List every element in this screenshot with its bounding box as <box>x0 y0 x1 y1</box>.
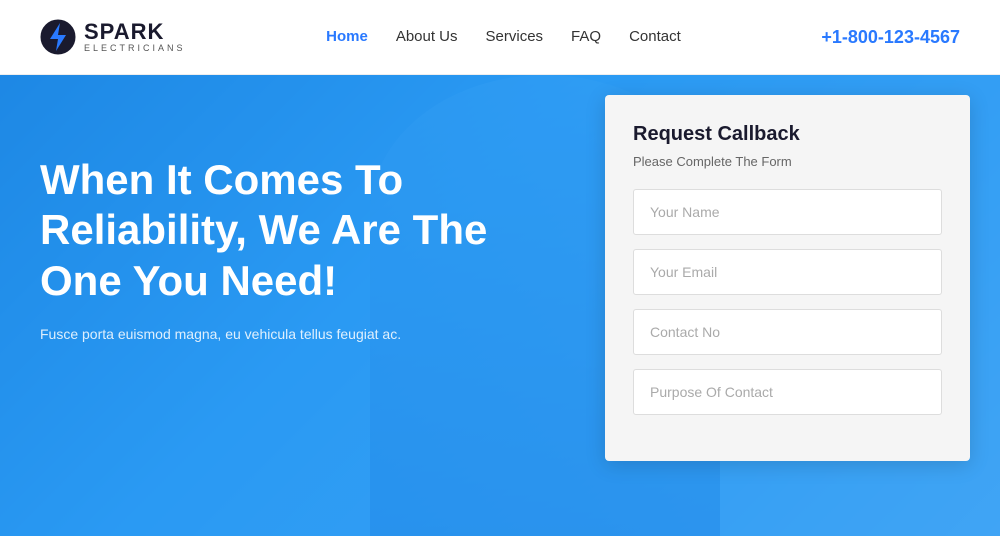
nav-item-services[interactable]: Services <box>486 28 544 46</box>
callback-form-card: Request Callback Please Complete The For… <box>605 95 970 461</box>
navbar: SPARK ELECTRICIANS Home About Us Service… <box>0 0 1000 75</box>
your-name-input[interactable] <box>633 189 942 235</box>
hero-section: When It Comes To Reliability, We Are The… <box>0 75 1000 536</box>
hero-subtext: Fusce porta euismod magna, eu vehicula t… <box>40 326 540 342</box>
logo: SPARK ELECTRICIANS <box>40 19 186 55</box>
your-email-input[interactable] <box>633 249 942 295</box>
nav-item-contact[interactable]: Contact <box>629 28 681 46</box>
hero-content: When It Comes To Reliability, We Are The… <box>40 155 540 342</box>
logo-name: SPARK <box>84 20 186 44</box>
nav-link-faq[interactable]: FAQ <box>571 28 601 45</box>
nav-link-home[interactable]: Home <box>326 28 368 45</box>
form-subtitle: Please Complete The Form <box>633 154 942 169</box>
logo-icon <box>40 19 76 55</box>
hero-headline: When It Comes To Reliability, We Are The… <box>40 155 540 306</box>
nav-link-about[interactable]: About Us <box>396 28 458 45</box>
nav-link-contact[interactable]: Contact <box>629 28 681 45</box>
phone-number[interactable]: +1-800-123-4567 <box>821 27 960 48</box>
nav-link-services[interactable]: Services <box>486 28 544 45</box>
contact-no-input[interactable] <box>633 309 942 355</box>
nav-item-about[interactable]: About Us <box>396 28 458 46</box>
nav-links: Home About Us Services FAQ Contact <box>326 28 681 46</box>
form-title: Request Callback <box>633 123 942 146</box>
nav-item-faq[interactable]: FAQ <box>571 28 601 46</box>
nav-item-home[interactable]: Home <box>326 28 368 46</box>
purpose-of-contact-input[interactable] <box>633 369 942 415</box>
logo-sub: ELECTRICIANS <box>84 44 186 54</box>
